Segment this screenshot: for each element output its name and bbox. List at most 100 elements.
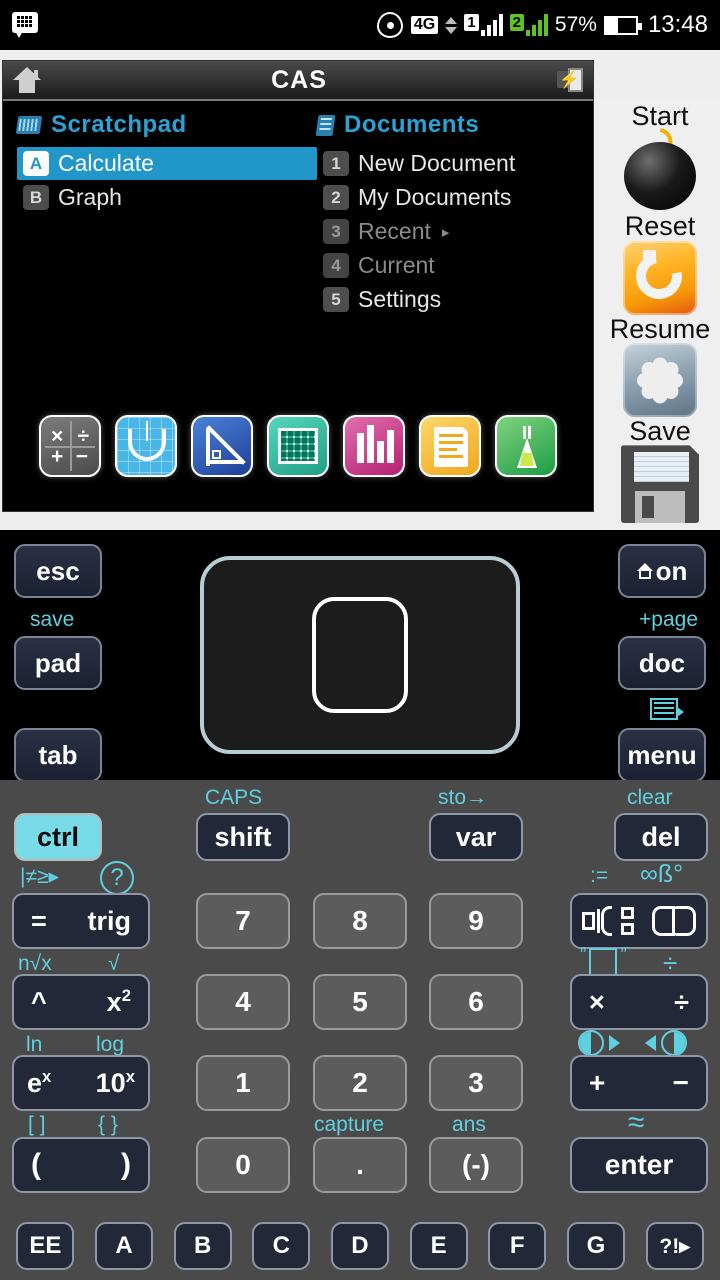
template-catalog-key[interactable] bbox=[570, 893, 708, 949]
doc-page-secondary-label: +page bbox=[639, 608, 698, 631]
calculator-app-icon[interactable]: × ÷ + − bbox=[39, 415, 101, 477]
shift-key[interactable]: shift bbox=[196, 813, 290, 861]
key-b[interactable]: B bbox=[173, 1222, 232, 1270]
key-decimal-point[interactable]: . bbox=[313, 1137, 407, 1193]
menu-item-label: New Document bbox=[358, 150, 516, 176]
touchpad-center-button[interactable] bbox=[312, 597, 408, 713]
key-d[interactable]: D bbox=[330, 1222, 389, 1270]
scratchpad-section: Scratchpad A Calculate B Graph bbox=[15, 111, 317, 317]
plus-minus-key[interactable]: + − bbox=[570, 1055, 708, 1111]
del-key[interactable]: del bbox=[614, 813, 708, 861]
geometry-app-icon[interactable] bbox=[191, 415, 253, 477]
multiply-label: × bbox=[589, 986, 605, 1017]
asterisk-icon[interactable] bbox=[623, 343, 697, 418]
sim1-signal-icon: 1 bbox=[464, 14, 503, 36]
key-punctuation[interactable]: ?!▸ bbox=[645, 1222, 704, 1270]
key-g[interactable]: G bbox=[566, 1222, 625, 1270]
key-1[interactable]: 1 bbox=[196, 1055, 290, 1111]
menu-item-recent[interactable]: 3 Recent ▸ bbox=[317, 215, 577, 248]
menu-item-settings[interactable]: 5 Settings bbox=[317, 283, 577, 316]
menu-key-badge: B bbox=[23, 185, 49, 210]
key-f[interactable]: F bbox=[488, 1222, 547, 1270]
sim1-label: 1 bbox=[464, 14, 479, 31]
menu-item-new-document[interactable]: 1 New Document bbox=[317, 147, 577, 180]
battery-percent: 57% bbox=[554, 13, 597, 36]
right-paren-label: ) bbox=[121, 1148, 131, 1181]
data-statistics-app-icon[interactable] bbox=[343, 415, 405, 477]
pad-key[interactable]: pad bbox=[14, 636, 102, 690]
approx-secondary-label: ≈ bbox=[628, 1106, 645, 1139]
esc-key[interactable]: esc bbox=[14, 544, 102, 598]
on-key-label: on bbox=[655, 555, 688, 586]
question-mark-icon[interactable]: ? bbox=[100, 861, 134, 895]
touchpad[interactable] bbox=[200, 556, 520, 754]
key-0[interactable]: 0 bbox=[196, 1137, 290, 1193]
menu-item-my-documents[interactable]: 2 My Documents bbox=[317, 181, 577, 214]
resume-label: Resume bbox=[609, 313, 711, 344]
shift-secondary-label: CAPS bbox=[205, 786, 263, 809]
key-4[interactable]: 4 bbox=[196, 974, 290, 1030]
key-8[interactable]: 8 bbox=[313, 893, 407, 949]
enter-key[interactable]: enter bbox=[570, 1137, 708, 1193]
hotspot-icon bbox=[376, 11, 404, 39]
plus-label: + bbox=[589, 1067, 606, 1098]
var-key[interactable]: var bbox=[429, 813, 523, 861]
quote-box-icon: ”” bbox=[580, 946, 627, 976]
key-ee[interactable]: EE bbox=[16, 1222, 75, 1270]
key-6[interactable]: 6 bbox=[429, 974, 523, 1030]
exp-power-key[interactable]: ex 10x bbox=[12, 1055, 150, 1111]
key-a[interactable]: A bbox=[94, 1222, 153, 1270]
notes-app-icon[interactable] bbox=[419, 415, 481, 477]
parentheses-key[interactable]: ( ) bbox=[12, 1137, 150, 1193]
tab-key[interactable]: tab bbox=[14, 728, 102, 782]
menu-key-badge: 3 bbox=[323, 219, 349, 244]
del-secondary-label: clear bbox=[627, 786, 673, 809]
key-5[interactable]: 5 bbox=[313, 974, 407, 1030]
e-power-x-label: ex bbox=[27, 1067, 52, 1098]
refresh-icon[interactable] bbox=[623, 240, 697, 315]
home-icon bbox=[636, 563, 654, 579]
status-bar-left bbox=[12, 12, 376, 38]
ctrl-key[interactable]: ctrl bbox=[14, 813, 102, 861]
vernier-lab-app-icon[interactable] bbox=[495, 415, 557, 477]
menu-item-current[interactable]: 4 Current bbox=[317, 249, 577, 282]
doc-key[interactable]: doc bbox=[618, 636, 706, 690]
menu-item-label: Calculate bbox=[58, 150, 154, 176]
menu-item-graph[interactable]: B Graph bbox=[17, 181, 317, 214]
key-9[interactable]: 9 bbox=[429, 893, 523, 949]
menu-key[interactable]: menu bbox=[618, 728, 706, 782]
lists-spreadsheet-app-icon[interactable] bbox=[267, 415, 329, 477]
eq-secondary-label: |≠≥▸ bbox=[20, 865, 60, 888]
key-e[interactable]: E bbox=[409, 1222, 468, 1270]
menu-key-badge: A bbox=[23, 151, 49, 176]
multiply-divide-key[interactable]: × ÷ bbox=[570, 974, 708, 1030]
key-7[interactable]: 7 bbox=[196, 893, 290, 949]
phone-screen: 4G 1 2 57% 13:48 CAS ⚡ Scratchpad A Calc… bbox=[0, 0, 720, 1280]
save-label: Save bbox=[629, 416, 691, 447]
power-square-key[interactable]: ^ x2 bbox=[12, 974, 150, 1030]
ten-power-x-label: 10x bbox=[95, 1067, 135, 1098]
nspire-content: Scratchpad A Calculate B Graph Documents… bbox=[3, 101, 593, 511]
key-3[interactable]: 3 bbox=[429, 1055, 523, 1111]
log-secondary-label: log bbox=[96, 1033, 125, 1056]
floppy-disk-icon[interactable] bbox=[621, 445, 699, 524]
nspire-title-bar: CAS ⚡ bbox=[3, 61, 593, 101]
nspire-screen[interactable]: CAS ⚡ Scratchpad A Calculate B Graph Doc… bbox=[2, 60, 594, 512]
template-secondary-right-label: ∞ß° bbox=[640, 860, 684, 888]
ans-secondary-label: ans bbox=[452, 1113, 486, 1136]
bomb-icon[interactable] bbox=[618, 128, 702, 212]
graph-app-icon[interactable] bbox=[115, 415, 177, 477]
network-type-badge: 4G bbox=[410, 15, 439, 35]
template-secondary-left-label: := bbox=[590, 864, 609, 887]
key-c[interactable]: C bbox=[252, 1222, 311, 1270]
on-key[interactable]: on bbox=[618, 544, 706, 598]
emulator-area: CAS ⚡ Scratchpad A Calculate B Graph Doc… bbox=[0, 50, 720, 580]
equals-trig-key[interactable]: = trig bbox=[12, 893, 150, 949]
scratchpad-heading-label: Scratchpad bbox=[51, 111, 187, 138]
home-icon[interactable] bbox=[13, 67, 41, 93]
menu-item-calculate[interactable]: A Calculate bbox=[17, 147, 317, 180]
documents-heading-label: Documents bbox=[344, 111, 480, 138]
scratchpad-heading: Scratchpad bbox=[15, 111, 317, 139]
key-2[interactable]: 2 bbox=[313, 1055, 407, 1111]
key-negate[interactable]: (-) bbox=[429, 1137, 523, 1193]
